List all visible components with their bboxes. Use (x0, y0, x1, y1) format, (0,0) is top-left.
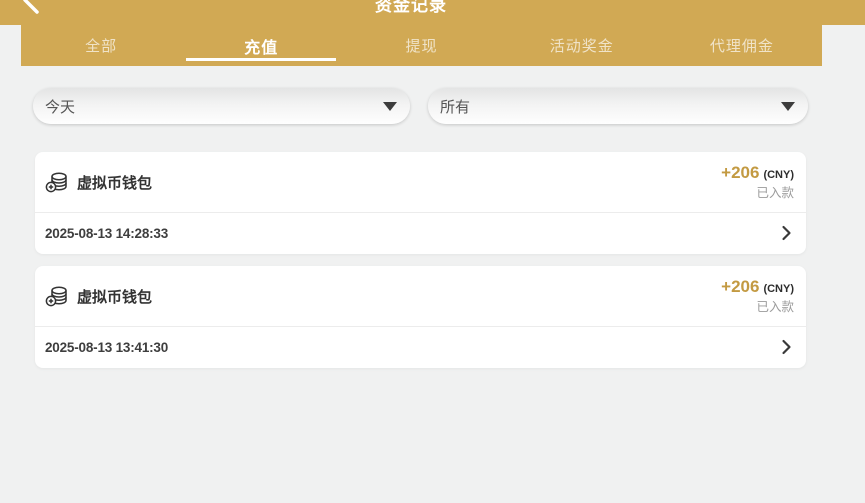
tab-label: 活动奖金 (550, 35, 614, 56)
wallet-name: 虚拟币钱包 (77, 286, 152, 307)
record-summary-row: 虚拟币钱包 +206 (CNY) 已入款 (35, 266, 806, 327)
tab-deposit[interactable]: 充值 (181, 25, 341, 66)
currency-label: (CNY) (763, 169, 794, 181)
type-filter-select[interactable]: 所有 (428, 88, 808, 124)
tab-withdraw[interactable]: 提现 (341, 25, 501, 66)
status-text: 已入款 (721, 301, 794, 314)
fund-records-screen: 资金记录 全部 充值 提现 活动奖金 代理佣金 今天 所有 (0, 0, 865, 503)
currency-label: (CNY) (763, 283, 794, 295)
type-filter-value: 所有 (440, 96, 470, 117)
tab-label: 提现 (406, 35, 438, 56)
record-detail-row: 2025-08-13 13:41:30 (35, 327, 806, 367)
chevron-right-icon[interactable] (781, 339, 792, 355)
caret-down-icon (781, 102, 795, 111)
app-bar: 资金记录 (0, 0, 865, 25)
tab-activity-bonus[interactable]: 活动奖金 (502, 25, 662, 66)
page-title: 资金记录 (0, 0, 822, 16)
record-datetime: 2025-08-13 14:28:33 (45, 226, 168, 241)
coin-stack-plus-icon (45, 171, 69, 194)
tab-label: 全部 (85, 35, 117, 56)
tab-agent-commission[interactable]: 代理佣金 (662, 25, 822, 66)
amount-value: +206 (721, 277, 759, 296)
tab-all[interactable]: 全部 (21, 25, 181, 66)
status-text: 已入款 (721, 187, 794, 200)
coin-stack-plus-icon (45, 285, 69, 308)
tab-bar: 全部 充值 提现 活动奖金 代理佣金 (21, 25, 822, 66)
record-summary-row: 虚拟币钱包 +206 (CNY) 已入款 (35, 152, 806, 213)
amount-block: +206 (CNY) 已入款 (721, 164, 794, 200)
chevron-right-icon[interactable] (781, 225, 792, 241)
date-filter-select[interactable]: 今天 (33, 88, 410, 124)
record-detail-row: 2025-08-13 14:28:33 (35, 213, 806, 253)
date-filter-value: 今天 (45, 96, 75, 117)
caret-down-icon (383, 102, 397, 111)
record-card[interactable]: 虚拟币钱包 +206 (CNY) 已入款 2025-08-13 13:41:30 (35, 266, 806, 368)
amount-value: +206 (721, 163, 759, 182)
tab-label: 代理佣金 (710, 35, 774, 56)
record-datetime: 2025-08-13 13:41:30 (45, 340, 168, 355)
wallet-name: 虚拟币钱包 (77, 172, 152, 193)
amount-block: +206 (CNY) 已入款 (721, 278, 794, 314)
tab-label: 充值 (244, 34, 278, 58)
record-card[interactable]: 虚拟币钱包 +206 (CNY) 已入款 2025-08-13 14:28:33 (35, 152, 806, 254)
